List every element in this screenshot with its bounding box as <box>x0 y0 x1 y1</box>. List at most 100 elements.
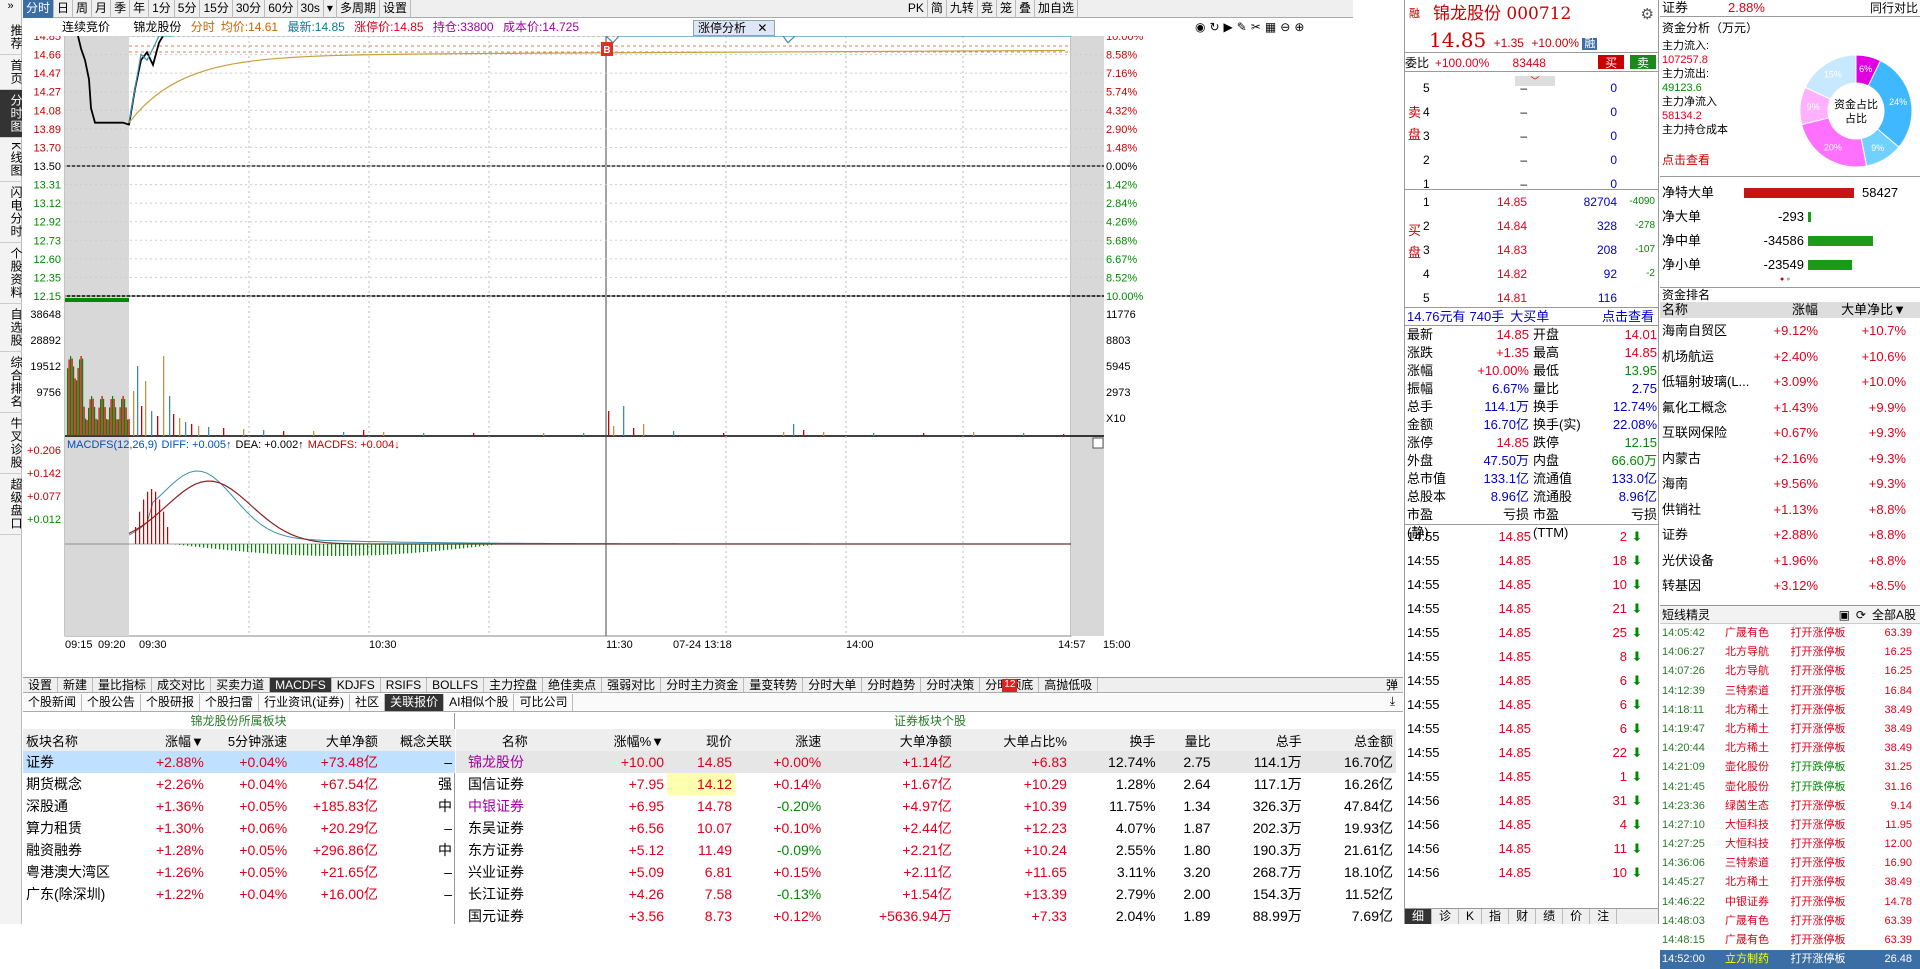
nav-item-6[interactable]: 自选股 <box>0 304 22 352</box>
indicator-tab-8[interactable]: BOLLFS <box>427 678 484 692</box>
indicator-tab-6[interactable]: KDJFS <box>332 678 381 692</box>
nav-item-8[interactable]: 牛叉诊股 <box>0 413 22 474</box>
intraday-chart[interactable]: 14.8514.6614.4714.2714.0813.8913.7013.50… <box>23 36 1404 676</box>
toolbar-item-4[interactable]: 季 <box>111 0 130 18</box>
short-row[interactable]: 14:21:45壶化股份打开跌停板31.16 <box>1660 778 1920 797</box>
sector-row[interactable]: 广东(除深圳)+1.22%+0.04%+16.00亿– <box>23 883 455 905</box>
stock-header-8[interactable]: 总手 <box>1214 729 1305 751</box>
short-row[interactable]: 14:36:06三特索道打开涨停板16.90 <box>1660 854 1920 873</box>
big-order-link[interactable]: 点击查看 <box>1602 308 1654 325</box>
toolbar-item-7[interactable]: 5分 <box>175 0 201 18</box>
nav-item-7[interactable]: 综合排名 <box>0 352 22 413</box>
indicator-tab-11[interactable]: 强弱对比 <box>602 678 661 692</box>
sector-row[interactable]: 粤港澳大湾区+1.26%+0.05%+21.65亿– <box>23 861 455 883</box>
sector-name[interactable]: 证券 <box>1662 0 1688 16</box>
chart-tools[interactable]: ◉↻▶✎✂▦⊖⊕ <box>1195 20 1308 34</box>
stock-row[interactable]: 长江证券+4.267.58-0.13%+1.54亿+13.392.79%2.00… <box>456 883 1396 905</box>
nav-item-9[interactable]: 超级盘口 <box>0 474 22 535</box>
collapse-icon[interactable]: » <box>0 0 21 20</box>
stock-row[interactable]: 东吴证券+6.5610.07+0.10%+2.44亿+12.234.07%1.8… <box>456 817 1396 839</box>
toolbar-item-12[interactable]: ▾ <box>324 0 337 18</box>
stock-header-1[interactable]: 涨幅%▼ <box>574 729 667 751</box>
short-row[interactable]: 14:20:44北方稀土打开涨停板38.49 <box>1660 739 1920 758</box>
settings-icon[interactable]: ⚙ <box>1641 0 1654 28</box>
quote-tab-6[interactable]: 价 <box>1563 909 1590 924</box>
quote-tab-5[interactable]: 绩 <box>1536 909 1563 924</box>
sector-header-4[interactable]: 概念关联 <box>381 729 455 751</box>
stock-header-0[interactable]: 名称 <box>456 729 574 751</box>
short-row[interactable]: 14:46:22中银证券打开涨停板14.78 <box>1660 893 1920 912</box>
short-row[interactable]: 14:18:11北方稀土打开涨停板38.49 <box>1660 701 1920 720</box>
short-row[interactable]: 14:05:42广晟有色打开涨停板63.39 <box>1660 624 1920 643</box>
stock-row[interactable]: 中银证券+6.9514.78-0.20%+4.97亿+10.3911.75%1.… <box>456 795 1396 817</box>
short-row[interactable]: 14:07:26北方导航打开涨停板16.25 <box>1660 662 1920 681</box>
grid-icon[interactable]: ▦ <box>1265 20 1280 34</box>
rank-row[interactable]: 海南自贸区+9.12%+10.7% <box>1660 318 1920 344</box>
stock-header-4[interactable]: 大单净额 <box>824 729 955 751</box>
toolbar-item-8[interactable]: 15分 <box>200 0 232 18</box>
stock-header-7[interactable]: 量比 <box>1159 729 1214 751</box>
nav-item-0[interactable]: 推荐 <box>0 20 22 55</box>
rank-row[interactable]: 低辐射玻璃(L...+3.09%+10.0% <box>1660 369 1920 395</box>
short-row[interactable]: 14:48:03广晟有色打开涨停板63.39 <box>1660 912 1920 931</box>
short-row[interactable]: 14:23:36绿茵生态打开涨停板9.14 <box>1660 797 1920 816</box>
quote-tab-7[interactable]: 注 <box>1590 909 1617 924</box>
toolbar-item-5[interactable]: 年 <box>130 0 149 18</box>
indicator-tab-1[interactable]: 新建 <box>58 678 93 692</box>
sector-row[interactable]: 期货概念+2.26%+0.04%+67.54亿强 <box>23 773 455 795</box>
info-tab-8[interactable]: 可比公司 <box>514 694 573 711</box>
stock-header-5[interactable]: 大单占比% <box>955 729 1070 751</box>
buy-button[interactable]: 买 <box>1598 55 1624 69</box>
toolbar-right-3[interactable]: 竞 <box>978 0 997 18</box>
download-icon[interactable]: ⤓ <box>1390 694 1395 711</box>
short-row[interactable]: 14:19:47北方稀土打开涨停板38.49 <box>1660 720 1920 739</box>
bid-row[interactable]: 414.8292-2 <box>1423 262 1658 286</box>
indicator-tab-2[interactable]: 量比指标 <box>93 678 152 692</box>
short-row[interactable]: 14:27:10大恒科技打开涨停板11.95 <box>1660 816 1920 835</box>
toolbar-item-0[interactable]: 分时 <box>23 0 54 18</box>
rank-row[interactable]: 供销社+1.13%+8.8% <box>1660 497 1920 523</box>
zoom-out-icon[interactable]: ⊖ <box>1280 20 1294 34</box>
quote-tab-0[interactable]: 细 <box>1405 909 1432 924</box>
ask-row[interactable]: 4–0 <box>1423 100 1658 124</box>
rank-row[interactable]: 互联网保险+0.67%+9.3% <box>1660 420 1920 446</box>
toolbar-right-0[interactable]: PK <box>905 0 928 18</box>
stock-row[interactable]: 东方证券+5.1211.49-0.09%+2.21亿+10.242.55%1.8… <box>456 839 1396 861</box>
indicator-tab-0[interactable]: 设置 <box>23 678 58 692</box>
sector-header-3[interactable]: 大单净额 <box>290 729 381 751</box>
macd-close-icon[interactable] <box>1093 438 1103 448</box>
fund-detail-link[interactable]: 点击查看 <box>1662 151 1710 168</box>
info-tab-0[interactable]: 个股新闻 <box>23 694 82 711</box>
layout-icon[interactable]: ▣ <box>1839 606 1850 623</box>
nav-item-2[interactable]: 分时图 <box>0 90 22 138</box>
toolbar-item-1[interactable]: 日 <box>54 0 73 18</box>
refresh-icon[interactable]: ⟳ <box>1856 606 1866 623</box>
ask-row[interactable]: 3–0 <box>1423 124 1658 148</box>
rank-row[interactable]: 海南+9.56%+9.3% <box>1660 471 1920 497</box>
stock-header-3[interactable]: 涨速 <box>735 729 824 751</box>
draw-icon[interactable]: ✎ <box>1237 20 1251 34</box>
info-tab-3[interactable]: 个股扫雷 <box>200 694 259 711</box>
sector-header-0[interactable]: 板块名称 <box>23 729 138 751</box>
stock-header-9[interactable]: 总金额 <box>1305 729 1396 751</box>
info-tab-6[interactable]: 关联报价 <box>385 694 444 711</box>
scissor-icon[interactable]: ✂ <box>1251 20 1265 34</box>
quote-tab-3[interactable]: 指 <box>1482 909 1509 924</box>
indicator-tab-14[interactable]: 分时大单 <box>803 678 862 692</box>
info-tab-2[interactable]: 个股研报 <box>141 694 200 711</box>
info-tab-5[interactable]: 社区 <box>350 694 385 711</box>
zoom-in-icon[interactable]: ⊕ <box>1294 20 1308 34</box>
rank-row[interactable]: 氟化工概念+1.43%+9.9% <box>1660 395 1920 421</box>
rank-row[interactable]: 内蒙古+2.16%+9.3% <box>1660 446 1920 472</box>
nav-item-4[interactable]: 闪电分时 <box>0 182 22 243</box>
bid-row[interactable]: 114.8582704-4090 <box>1423 190 1658 214</box>
short-row[interactable]: 14:21:09壶化股份打开跌停板31.25 <box>1660 758 1920 777</box>
replay-icon[interactable]: ↻ <box>1209 20 1223 34</box>
stock-row[interactable]: 兴业证券+5.096.81+0.15%+2.11亿+11.653.11%3.20… <box>456 861 1396 883</box>
short-row[interactable]: 14:45:27北方稀土打开涨停板38.49 <box>1660 873 1920 892</box>
page-dots[interactable]: ● ● <box>1660 276 1920 283</box>
nav-item-5[interactable]: 个股资料 <box>0 243 22 304</box>
toolbar-item-13[interactable]: 多周期 <box>337 0 380 18</box>
quote-tab-2[interactable]: K <box>1459 909 1482 924</box>
rank-row[interactable]: 机场航运+2.40%+10.6% <box>1660 344 1920 370</box>
